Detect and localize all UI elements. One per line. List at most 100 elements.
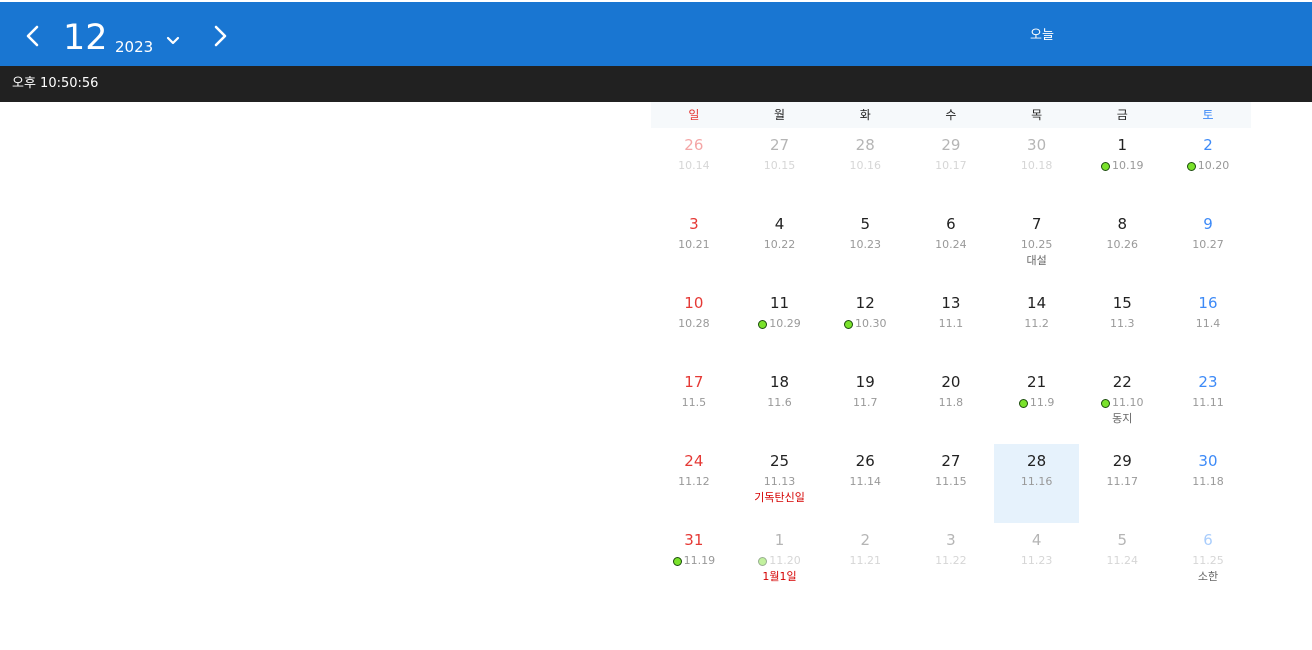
event-dot-icon xyxy=(1018,398,1028,408)
day-cell[interactable]: 20 11.8 xyxy=(908,365,994,444)
day-cell[interactable]: 30 11.18 xyxy=(1165,444,1251,523)
day-cell[interactable]: 26 10.14 xyxy=(651,128,737,207)
day-cell[interactable]: 27 10.15 xyxy=(737,128,823,207)
event-dot-icon xyxy=(1101,398,1111,408)
day-number: 15 xyxy=(1112,294,1132,312)
lunar-date-text: 11.19 xyxy=(683,554,716,567)
day-cell[interactable]: 29 10.17 xyxy=(908,128,994,207)
lunar-date-text: 11.22 xyxy=(935,554,967,567)
weekday-sat: 토 xyxy=(1202,108,1214,122)
day-number: 29 xyxy=(1112,452,1132,470)
day-cell[interactable]: 1 11.20 1월1일 xyxy=(737,523,823,602)
lunar-date-text: 10.20 xyxy=(1197,159,1230,172)
day-cell[interactable]: 3 11.22 xyxy=(908,523,994,602)
solar-term-label: 동지 xyxy=(1112,412,1133,425)
month-calendar: 일 월 화 수 목 금 토 26 10.14 27 10.15 28 10.16 29 10.… xyxy=(651,102,1251,602)
day-cell[interactable]: 2 11.21 xyxy=(822,523,908,602)
day-number: 6 xyxy=(1203,531,1213,549)
event-dot-icon xyxy=(843,319,853,329)
day-cell[interactable]: 25 11.13 기독탄신일 xyxy=(737,444,823,523)
day-number: 28 xyxy=(1027,452,1047,470)
lunar-date: 10.26 xyxy=(1079,238,1165,252)
lunar-date: 10.19 xyxy=(1079,159,1165,173)
day-cell[interactable]: 27 11.15 xyxy=(908,444,994,523)
holiday-label: 1월1일 xyxy=(762,570,797,583)
day-cell[interactable]: 8 10.26 xyxy=(1079,207,1165,286)
day-cell[interactable]: 31 11.19 xyxy=(651,523,737,602)
day-cell[interactable]: 30 10.18 xyxy=(994,128,1080,207)
chevron-right-icon xyxy=(214,25,227,47)
day-cell[interactable]: 29 11.17 xyxy=(1079,444,1165,523)
day-cell[interactable]: 16 11.4 xyxy=(1165,286,1251,365)
day-cell[interactable]: 22 11.10 동지 xyxy=(1079,365,1165,444)
lunar-date: 11.6 xyxy=(737,396,823,410)
lunar-date: 11.9 xyxy=(994,396,1080,410)
clock-bar: 오후 10:50:56 xyxy=(0,66,1312,102)
lunar-date-text: 11.2 xyxy=(1024,317,1049,330)
lunar-date-text: 11.4 xyxy=(1195,317,1221,330)
lunar-date-text: 11.9 xyxy=(1029,396,1055,409)
day-cell[interactable]: 3 10.21 xyxy=(651,207,737,286)
lunar-date-text: 10.21 xyxy=(678,238,710,251)
next-month-button[interactable] xyxy=(204,16,238,56)
day-cell[interactable]: 12 10.30 xyxy=(822,286,908,365)
prev-month-button[interactable] xyxy=(16,16,50,56)
day-cell[interactable]: 24 11.12 xyxy=(651,444,737,523)
day-cell[interactable]: 6 10.24 xyxy=(908,207,994,286)
day-cell[interactable]: 10 10.28 xyxy=(651,286,737,365)
day-cell[interactable]: 17 11.5 xyxy=(651,365,737,444)
day-number: 17 xyxy=(684,373,704,391)
day-cell[interactable]: 4 11.23 xyxy=(994,523,1080,602)
day-cell[interactable]: 7 10.25 대설 xyxy=(994,207,1080,286)
day-cell[interactable]: 4 10.22 xyxy=(737,207,823,286)
current-year[interactable]: 2023 xyxy=(115,37,153,57)
day-number: 26 xyxy=(684,136,704,154)
lunar-date: 10.30 xyxy=(822,317,908,331)
today-button[interactable]: 오늘 xyxy=(1015,24,1069,48)
day-number: 23 xyxy=(1198,373,1218,391)
day-cell[interactable]: 6 11.25 소한 xyxy=(1165,523,1251,602)
current-month[interactable]: 12 xyxy=(63,16,108,60)
lunar-date-text: 11.13 xyxy=(763,475,796,488)
event-dot-icon xyxy=(758,319,768,329)
lunar-date: 10.20 xyxy=(1165,159,1251,173)
day-number: 31 xyxy=(684,531,704,549)
day-cell[interactable]: 15 11.3 xyxy=(1079,286,1165,365)
day-number: 24 xyxy=(684,452,704,470)
lunar-date: 10.15 xyxy=(737,159,823,173)
lunar-date: 10.14 xyxy=(651,159,737,173)
day-cell[interactable]: 28 10.16 xyxy=(822,128,908,207)
lunar-date-text: 10.15 xyxy=(763,159,796,172)
weekday-fri: 금 xyxy=(1116,108,1128,122)
lunar-date: 11.7 xyxy=(822,396,908,410)
day-cell[interactable]: 2 10.20 xyxy=(1165,128,1251,207)
chevron-left-icon xyxy=(26,25,39,47)
day-number: 7 xyxy=(1031,215,1042,233)
day-cell[interactable]: 26 11.14 xyxy=(822,444,908,523)
lunar-date: 10.27 xyxy=(1165,238,1251,252)
day-number: 22 xyxy=(1112,373,1132,391)
day-number: 1 xyxy=(774,531,785,549)
day-cell[interactable]: 13 11.1 xyxy=(908,286,994,365)
day-number: 13 xyxy=(941,294,961,312)
day-cell-today[interactable]: 28 11.16 xyxy=(993,444,1080,523)
lunar-date-text: 11.21 xyxy=(849,554,881,567)
event-dot-icon xyxy=(758,556,768,566)
day-cell[interactable]: 14 11.2 xyxy=(994,286,1080,365)
day-cell[interactable]: 19 11.7 xyxy=(822,365,908,444)
day-number: 28 xyxy=(855,136,875,154)
day-cell[interactable]: 21 11.9 xyxy=(994,365,1080,444)
day-number: 2 xyxy=(1203,136,1213,154)
day-cell[interactable]: 5 10.23 xyxy=(822,207,908,286)
day-cell[interactable]: 5 11.24 xyxy=(1079,523,1165,602)
day-number: 20 xyxy=(941,373,961,391)
day-cell[interactable]: 23 11.11 xyxy=(1165,365,1251,444)
day-cell[interactable]: 9 10.27 xyxy=(1165,207,1251,286)
day-cell[interactable]: 1 10.19 xyxy=(1079,128,1165,207)
day-cell[interactable]: 11 10.29 xyxy=(737,286,823,365)
day-number: 18 xyxy=(769,373,790,391)
day-cell[interactable]: 18 11.6 xyxy=(737,365,823,444)
lunar-date-text: 11.3 xyxy=(1110,317,1135,330)
lunar-date-text: 11.7 xyxy=(852,396,878,409)
month-picker-button[interactable] xyxy=(160,28,186,54)
